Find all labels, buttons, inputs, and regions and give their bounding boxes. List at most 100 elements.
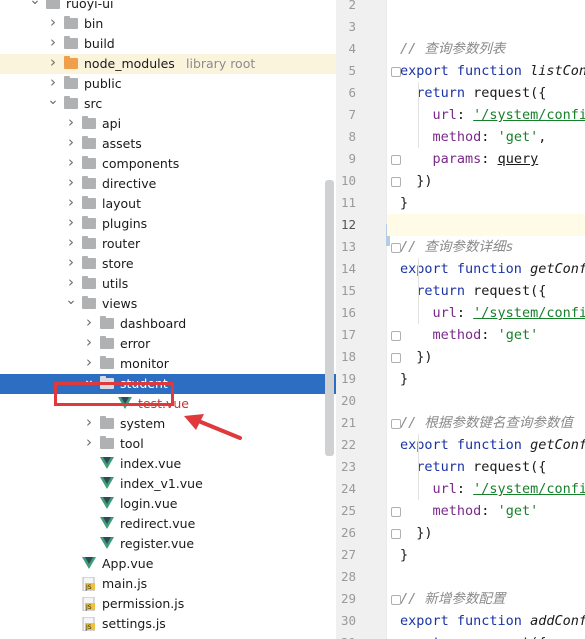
chevron-right-icon[interactable]: ›	[65, 155, 77, 170]
chevron-right-icon[interactable]: ›	[83, 335, 95, 350]
chevron-down-icon[interactable]: ⌄	[65, 293, 77, 307]
tree-item-dashboard[interactable]: › dashboard	[0, 314, 336, 334]
code-line[interactable]: return request({	[400, 632, 546, 639]
code-line[interactable]: return request({	[400, 456, 546, 478]
code-line[interactable]: method: 'get'	[400, 500, 539, 522]
chevron-right-icon[interactable]: ›	[65, 115, 77, 130]
line-number: 16	[340, 305, 356, 320]
fold-marker-icon[interactable]	[391, 177, 401, 187]
chevron-right-icon[interactable]: ›	[65, 195, 77, 210]
tree-item-system[interactable]: › system	[0, 414, 336, 434]
fold-marker-icon[interactable]	[391, 243, 401, 253]
chevron-right-icon[interactable]: ›	[83, 435, 95, 450]
fold-marker-icon[interactable]	[391, 507, 401, 517]
code-line[interactable]: }	[400, 544, 408, 566]
code-line[interactable]: url: '/system/config/',	[400, 302, 585, 324]
code-line[interactable]: // 查询参数详细s	[400, 236, 514, 258]
tree-item-app-vue[interactable]: App.vue	[0, 554, 336, 574]
tree-item-plugins[interactable]: › plugins	[0, 214, 336, 234]
tree-item-error[interactable]: › error	[0, 334, 336, 354]
tree-item-ruoyi-ui[interactable]: ⌄ ruoyi-ui	[0, 0, 336, 14]
tree-item-main-js[interactable]: JS main.js	[0, 574, 336, 594]
fold-marker-icon[interactable]	[391, 529, 401, 539]
tree-item-label: index.vue	[120, 456, 182, 471]
tree-item-store[interactable]: › store	[0, 254, 336, 274]
tree-item-register-vue[interactable]: register.vue	[0, 534, 336, 554]
tree-item-index-v1-vue[interactable]: index_v1.vue	[0, 474, 336, 494]
fold-marker-icon[interactable]	[391, 353, 401, 363]
code-line[interactable]: method: 'get'	[400, 324, 539, 346]
tree-item-label: views	[102, 296, 138, 311]
code-line[interactable]: export function listConfig(query) {	[400, 60, 585, 82]
folder-icon	[100, 316, 116, 331]
tree-item-views[interactable]: ⌄ views	[0, 293, 336, 314]
tree-item-assets[interactable]: › assets	[0, 134, 336, 154]
tree-item-node-modules[interactable]: › node_modules library root	[0, 54, 336, 74]
chevron-right-icon[interactable]: ›	[65, 175, 77, 190]
tree-item-index-vue[interactable]: index.vue	[0, 454, 336, 474]
tree-item-permission-js[interactable]: JS permission.js	[0, 594, 336, 614]
tree-item-bin[interactable]: › bin	[0, 14, 336, 34]
tree-item-build[interactable]: › build	[0, 34, 336, 54]
indent-guide	[418, 82, 419, 148]
code-line[interactable]: return request({	[400, 280, 546, 302]
code-line[interactable]: export function addConfig(data) {	[400, 610, 585, 632]
fold-marker-icon[interactable]	[391, 67, 401, 77]
code-line[interactable]: url: '/system/config/configKey/',	[400, 478, 585, 500]
tree-item-utils[interactable]: › utils	[0, 274, 336, 294]
fold-marker-icon[interactable]	[391, 155, 401, 165]
tree-item-router[interactable]: › router	[0, 234, 336, 254]
code-line[interactable]: method: 'get',	[400, 126, 547, 148]
line-number: 29	[340, 591, 356, 606]
code-line[interactable]: // 新增参数配置	[400, 588, 505, 610]
tree-item-label: error	[120, 336, 151, 351]
fold-marker-icon[interactable]	[391, 595, 401, 605]
code-line[interactable]: // 根据参数键名查询参数值	[400, 412, 573, 434]
tree-item-components[interactable]: › components	[0, 154, 336, 174]
chevron-right-icon[interactable]: ›	[65, 215, 77, 230]
code-line[interactable]: // 查询参数列表	[400, 38, 505, 60]
code-line[interactable]: export function getConfigKey(configKey) …	[400, 434, 585, 456]
chevron-right-icon[interactable]: ›	[65, 135, 77, 150]
tree-item-api[interactable]: › api	[0, 114, 336, 134]
tree-item-monitor[interactable]: › monitor	[0, 354, 336, 374]
code-line[interactable]: }	[400, 368, 408, 390]
code-line[interactable]: })	[400, 170, 432, 192]
line-number: 6	[348, 85, 356, 100]
tree-item-layout[interactable]: › layout	[0, 194, 336, 214]
svg-text:JS: JS	[85, 624, 92, 631]
tree-item-directive[interactable]: › directive	[0, 174, 336, 194]
chevron-down-icon[interactable]: ⌄	[29, 0, 41, 7]
folder-icon	[46, 0, 62, 11]
chevron-right-icon[interactable]: ›	[65, 275, 77, 290]
chevron-right-icon[interactable]: ›	[47, 15, 59, 30]
tree-item-src[interactable]: ⌄ src	[0, 93, 336, 114]
chevron-right-icon[interactable]: ›	[83, 355, 95, 370]
chevron-right-icon[interactable]: ›	[83, 315, 95, 330]
code-line[interactable]: }	[400, 192, 408, 214]
code-line[interactable]: params: query	[400, 148, 539, 170]
chevron-right-icon[interactable]: ›	[83, 415, 95, 430]
tree-item-tool[interactable]: › tool	[0, 434, 336, 454]
code-line[interactable]: export function getConfig(configId) {	[400, 258, 585, 280]
chevron-right-icon[interactable]: ›	[47, 55, 59, 70]
code-line[interactable]: return request({	[400, 82, 546, 104]
chevron-down-icon[interactable]: ⌄	[47, 93, 59, 107]
chevron-right-icon[interactable]: ›	[47, 75, 59, 90]
chevron-right-icon[interactable]: ›	[65, 235, 77, 250]
chevron-right-icon[interactable]: ›	[47, 35, 59, 50]
tree-item-redirect-vue[interactable]: redirect.vue	[0, 514, 336, 534]
tree-scrollbar[interactable]	[325, 180, 334, 456]
tree-item-login-vue[interactable]: login.vue	[0, 494, 336, 514]
code-line[interactable]: url: '/system/config/list',	[400, 104, 585, 126]
code-line[interactable]: })	[400, 522, 432, 544]
folder-icon	[64, 36, 80, 51]
code-line[interactable]: })	[400, 346, 432, 368]
folder-icon	[100, 436, 116, 451]
tree-item-settings-js[interactable]: JS settings.js	[0, 614, 336, 634]
chevron-right-icon[interactable]: ›	[65, 255, 77, 270]
code-editor[interactable]: 234// 查询参数列表5export function listConfig(…	[336, 0, 585, 639]
tree-item-public[interactable]: › public	[0, 74, 336, 94]
fold-marker-icon[interactable]	[391, 419, 401, 429]
fold-marker-icon[interactable]	[391, 331, 401, 341]
